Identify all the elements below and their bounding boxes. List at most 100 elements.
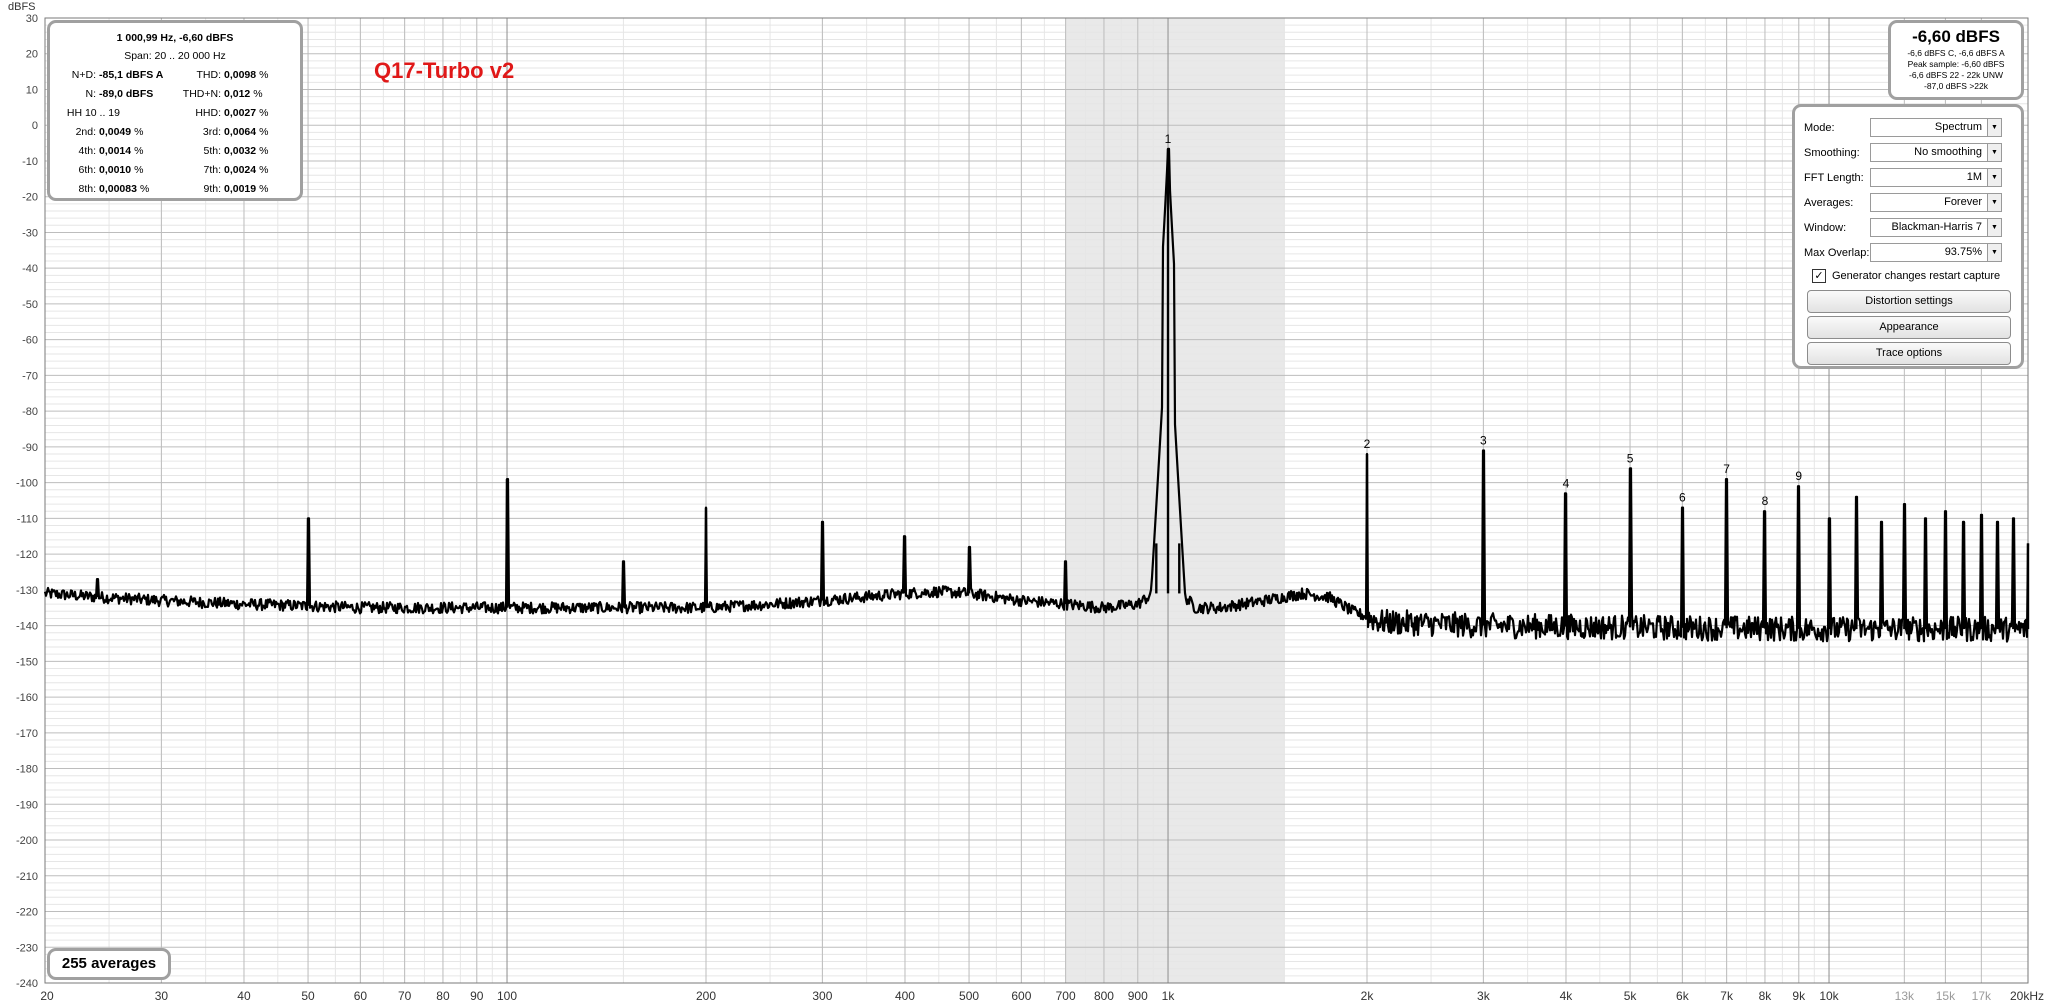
x-tick-label: 100 — [497, 989, 517, 1003]
y-axis-unit-label: dBFS — [8, 1, 36, 13]
stat-label: 4th: — [78, 144, 96, 157]
stat-unit — [123, 107, 126, 119]
stat-label: 6th: — [78, 163, 96, 176]
harmonic-marker-label: 7 — [1723, 462, 1730, 476]
x-tick-label: 800 — [1094, 989, 1114, 1003]
chevron-down-icon[interactable]: ▼ — [1988, 168, 2002, 187]
x-tick-label: 90 — [470, 989, 484, 1003]
stats-cell: THD+N: 0,012% — [175, 88, 290, 100]
y-tick-label: 30 — [26, 13, 38, 25]
stats-row: 2nd: 0,0049% 3rd: 0,0064% — [60, 122, 290, 141]
distortion-stats-panel[interactable]: 1 000,99 Hz, -6,60 dBFS Span: 20 .. 20 0… — [47, 20, 303, 201]
smoothing-control: Smoothing: No smoothing ▼ — [1804, 140, 2015, 165]
y-tick-label: -70 — [22, 370, 38, 382]
harmonic-marker-label: 4 — [1563, 476, 1570, 490]
x-tick-label: 7k — [1720, 989, 1734, 1003]
x-tick-label: 600 — [1011, 989, 1031, 1003]
y-tick-label: -90 — [22, 442, 38, 454]
stats-cell: HHD: 0,0027% — [175, 107, 290, 119]
stat-unit: % — [259, 144, 269, 157]
x-tick-label: 50 — [301, 989, 315, 1003]
stats-cell: 8th: 0,00083% — [60, 183, 175, 195]
stat-label: 5th: — [203, 144, 221, 157]
y-tick-label: -200 — [16, 835, 38, 847]
stat-label: HH 10 .. 19 — [66, 106, 120, 119]
mode-select[interactable]: Spectrum — [1870, 118, 1988, 137]
stat-unit: % — [259, 68, 269, 81]
y-tick-label: -240 — [16, 978, 38, 990]
fft-length-select[interactable]: 1M — [1870, 168, 1988, 187]
harmonic-marker-label: 1 — [1165, 132, 1172, 146]
x-tick-label: 300 — [812, 989, 832, 1003]
stat-label: N+D: — [71, 68, 96, 81]
stats-cell: N: -89,0 dBFS — [60, 88, 175, 100]
stat-unit: % — [259, 163, 269, 176]
fft-length-label: FFT Length: — [1804, 171, 1864, 184]
max-overlap-control: Max Overlap: 93.75% ▼ — [1804, 240, 2015, 265]
x-tick-label: 17k — [1972, 989, 1992, 1003]
stat-value: 0,0064 — [224, 125, 257, 138]
level-ultrasonic-readout: -87,0 dBFS >22k — [1923, 81, 1989, 91]
chevron-down-icon[interactable]: ▼ — [1988, 218, 2002, 237]
level-peak-readout: Peak sample: -6,60 dBFS — [1907, 59, 2005, 69]
trace-options-button[interactable]: Trace options — [1807, 342, 2011, 365]
x-tick-label: 30 — [155, 989, 169, 1003]
x-tick-label: 70 — [398, 989, 412, 1003]
level-meter-panel[interactable]: -6,60 dBFS -6,6 dBFS C, -6,6 dBFS A Peak… — [1888, 20, 2024, 100]
x-tick-label: 1k — [1162, 989, 1176, 1003]
stat-value: -85,1 dBFS A — [99, 68, 164, 81]
plot-area — [45, 18, 2028, 983]
x-tick-label: 40 — [237, 989, 251, 1003]
chart-title: Q17-Turbo v2 — [374, 58, 515, 83]
stat-label: 2nd: — [75, 125, 96, 138]
y-tick-label: -220 — [16, 907, 38, 919]
chevron-down-icon[interactable]: ▼ — [1988, 193, 2002, 212]
distortion-settings-button[interactable]: Distortion settings — [1807, 290, 2011, 313]
y-tick-label: -150 — [16, 656, 38, 668]
x-tick-label: 9k — [1792, 989, 1806, 1003]
x-tick-label: 10k — [1819, 989, 1839, 1003]
generator-restart-option[interactable]: ✓ Generator changes restart capture — [1804, 265, 2015, 287]
harmonic-marker-label: 2 — [1364, 437, 1371, 451]
x-tick-label: 15k — [1936, 989, 1956, 1003]
spectrum-plot[interactable]: 3020100-10-20-30-40-50-60-70-80-90-100-1… — [0, 0, 2048, 1007]
chevron-down-icon[interactable]: ▼ — [1988, 143, 2002, 162]
max-overlap-label: Max Overlap: — [1804, 246, 1870, 259]
y-tick-label: -20 — [22, 192, 38, 204]
stat-label: 7th: — [203, 163, 221, 176]
y-tick-label: -80 — [22, 406, 38, 418]
stats-row: N+D: -85,1 dBFS A THD: 0,0098% — [60, 65, 290, 84]
chevron-down-icon[interactable]: ▼ — [1988, 243, 2002, 262]
appearance-button[interactable]: Appearance — [1807, 316, 2011, 339]
stat-value: 0,0014 — [99, 144, 132, 157]
y-tick-label: -30 — [22, 227, 38, 239]
window-control: Window: Blackman-Harris 7 ▼ — [1804, 215, 2015, 240]
smoothing-select[interactable]: No smoothing — [1870, 143, 1988, 162]
averages-select[interactable]: Forever — [1870, 193, 1988, 212]
stat-label: N: — [85, 87, 97, 100]
x-tick-label: 20kHz — [2010, 989, 2044, 1003]
x-tick-label: 13k — [1895, 989, 1915, 1003]
y-tick-label: -140 — [16, 621, 38, 633]
stat-value: 0,0032 — [224, 144, 257, 157]
window-select[interactable]: Blackman-Harris 7 — [1870, 218, 1988, 237]
generator-restart-checkbox[interactable]: ✓ — [1812, 269, 1826, 283]
x-tick-label: 2k — [1361, 989, 1375, 1003]
chevron-down-icon[interactable]: ▼ — [1988, 118, 2002, 137]
stat-unit: % — [259, 182, 269, 195]
stat-unit: % — [134, 144, 144, 157]
y-tick-label: -120 — [16, 549, 38, 561]
stat-label: THD: — [196, 68, 222, 81]
stat-value: 0,0019 — [224, 182, 257, 195]
stats-cell: 3rd: 0,0064% — [175, 126, 290, 138]
harmonic-marker-label: 6 — [1679, 491, 1686, 505]
stat-value: 0,012 — [224, 87, 251, 100]
generator-restart-label: Generator changes restart capture — [1832, 270, 2001, 282]
stat-unit — [163, 69, 166, 81]
y-tick-label: -100 — [16, 478, 38, 490]
x-tick-label: 200 — [696, 989, 716, 1003]
max-overlap-select[interactable]: 93.75% — [1870, 243, 1988, 262]
x-tick-label: 4k — [1560, 989, 1574, 1003]
level-weighted-readout: -6,6 dBFS C, -6,6 dBFS A — [1907, 48, 2005, 58]
y-tick-label: -190 — [16, 799, 38, 811]
